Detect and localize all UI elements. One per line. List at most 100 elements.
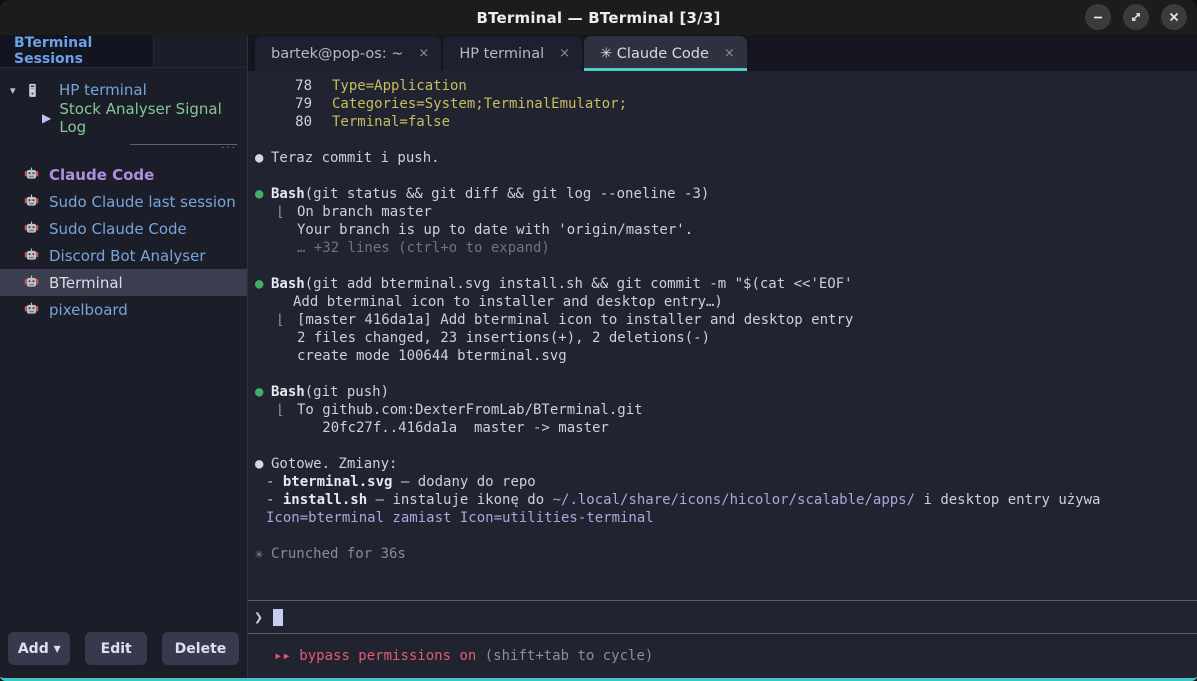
robot-icon <box>24 275 40 290</box>
tab-bartek-pop-os[interactable]: bartek@pop-os: ~ × <box>255 36 441 71</box>
file-name: bterminal.svg <box>283 474 393 490</box>
sidebar-header: BTerminal Sessions <box>0 35 247 68</box>
fast-forward-icon: ▸▸ <box>274 647 299 665</box>
robot-icon <box>24 221 40 236</box>
assistant-message-block: ● Teraz commit i push. <box>252 149 1189 167</box>
session-label: Sudo Claude Code <box>49 220 187 238</box>
terminal-line: ⌊ To github.com:DexterFromLab/BTerminal.… <box>252 401 1189 419</box>
edit-button[interactable]: Edit <box>85 632 147 665</box>
file-desc: — dodany do repo <box>392 474 535 490</box>
tree-item-label: HP terminal <box>59 81 147 99</box>
maximize-button[interactable] <box>1123 4 1149 30</box>
line-number: 78 <box>252 77 312 95</box>
session-label: Claude Code <box>49 166 154 184</box>
bash-command: Bash(git add bterminal.svg install.sh &&… <box>271 275 853 293</box>
close-button[interactable] <box>1161 4 1187 30</box>
line-code: Categories=System;TerminalEmulator; <box>332 96 627 112</box>
terminal-line: 78 Type=Application <box>252 77 1189 95</box>
terminal-line: Icon=bterminal zamiast Icon=utilities-te… <box>252 509 1189 527</box>
file-desc: i desktop entry używa <box>915 492 1100 508</box>
tab-label: ✳ Claude Code <box>600 46 709 62</box>
terminal-line: create mode 100644 bterminal.svg <box>252 347 1189 365</box>
sidebar-item-claude-code[interactable]: Claude Code <box>0 161 247 188</box>
tab-hp-terminal[interactable]: HP terminal × <box>443 36 582 71</box>
tab-label: HP terminal <box>459 46 544 62</box>
terminal-line: ⌊ On branch master <box>252 203 1189 221</box>
sidebar-item-sudo-claude-last-session[interactable]: Sudo Claude last session <box>0 188 247 215</box>
crunch-status: ✳ Crunched for 36s <box>252 545 1189 563</box>
line-code: Terminal=false <box>332 114 450 130</box>
sessions-tree: ▾ HP terminal ▶ Stock Analyser Signal Lo… <box>0 68 247 157</box>
tool-name: Bash <box>271 276 305 292</box>
sessions-panel-tab[interactable]: BTerminal Sessions <box>0 35 154 67</box>
tool-name: Bash <box>271 384 305 400</box>
close-icon[interactable]: × <box>418 46 429 61</box>
sidebar-spacer <box>0 323 247 629</box>
sessions-sidebar: BTerminal Sessions ▾ HP terminal <box>0 35 248 678</box>
terminal-line: 2 files changed, 23 insertions(+), 2 del… <box>252 329 1189 347</box>
robot-icon <box>24 248 40 263</box>
minimize-button[interactable] <box>1085 4 1111 30</box>
tab-claude-code[interactable]: ✳ Claude Code × <box>584 36 747 71</box>
bash-output: [master 416da1a] Add bterminal icon to i… <box>297 311 853 329</box>
permissions-status-bar[interactable]: ▸▸ bypass permissions on (shift+tab to c… <box>248 634 1197 678</box>
sidebar-item-pixelboard[interactable]: pixelboard <box>0 296 247 323</box>
terminal-line: ● Bash(git status && git diff && git log… <box>252 185 1189 203</box>
prompt-input[interactable]: ❯ <box>248 600 1197 634</box>
close-icon[interactable]: × <box>559 46 570 61</box>
file-view-block: 78 Type=Application 79Categories=System;T… <box>252 77 1189 131</box>
session-label: BTerminal <box>49 274 123 292</box>
robot-icon <box>24 302 40 317</box>
computer-icon <box>26 83 42 98</box>
terminal-line: ● Gotowe. Zmiany: <box>252 455 1189 473</box>
file-name: install.sh <box>283 492 367 508</box>
session-list: Claude Code Sudo Cl <box>0 161 247 323</box>
minimize-icon <box>1092 11 1104 23</box>
sidebar-buttons: Add ▾ Edit Delete <box>0 629 247 678</box>
tree-item-stock-analyser[interactable]: ▶ Stock Analyser Signal Log <box>0 104 247 132</box>
bullet-icon: ● <box>252 455 271 473</box>
tree-child-label: Stock Analyser Signal Log <box>59 100 247 136</box>
tool-args: (git add bterminal.svg install.sh && git… <box>305 276 853 292</box>
expand-hint[interactable]: … +32 lines (ctrl+o to expand) <box>252 239 1189 257</box>
output-connector-icon: ⌊ <box>276 401 297 419</box>
bash-block-status: ● Bash(git status && git diff && git log… <box>252 185 1189 257</box>
file-path: ~/.local/share/icons/hicolor/scalable/ap… <box>553 492 915 508</box>
terminal-pane[interactable]: 78 Type=Application 79Categories=System;T… <box>248 71 1197 678</box>
sidebar-item-bterminal[interactable]: BTerminal <box>0 269 247 296</box>
maximize-icon <box>1130 11 1142 23</box>
file-desc: — instaluje ikonę do <box>367 492 552 508</box>
terminal-line: ● Bash(git add bterminal.svg install.sh … <box>252 275 1189 293</box>
bullet-icon: ● <box>252 185 271 203</box>
bash-output: On branch master <box>297 203 432 221</box>
bash-command: Bash(git push) <box>271 383 389 401</box>
session-label: pixelboard <box>49 301 128 319</box>
bullet-icon: ● <box>252 275 271 293</box>
tool-args: (git status && git diff && git log --one… <box>305 186 710 202</box>
line-code: Type=Application <box>332 78 467 94</box>
terminal-line: ● Bash(git push) <box>252 383 1189 401</box>
divider-dots-icon: ··· <box>221 145 237 153</box>
terminal-line: Your branch is up to date with 'origin/m… <box>252 221 1189 239</box>
sessions-panel-label: BTerminal Sessions <box>14 35 153 67</box>
terminal-line: 79Categories=System;TerminalEmulator; <box>252 95 1189 113</box>
bash-output: To github.com:DexterFromLab/BTerminal.gi… <box>297 401 643 419</box>
bash-block-commit: ● Bash(git add bterminal.svg install.sh … <box>252 275 1189 365</box>
assistant-message: Teraz commit i push. <box>271 149 440 167</box>
terminal-line: - install.sh — instaluje ikonę do ~/.loc… <box>252 491 1189 509</box>
chevron-down-icon[interactable]: ▾ <box>10 84 26 97</box>
close-icon[interactable]: × <box>724 46 735 61</box>
robot-icon <box>24 194 40 209</box>
add-button[interactable]: Add ▾ <box>8 632 70 665</box>
output-connector-icon: ⌊ <box>276 311 297 329</box>
main-area: bartek@pop-os: ~ × HP terminal × ✳ Claud… <box>248 35 1197 678</box>
tool-args: (git push) <box>305 384 389 400</box>
bash-block-push: ● Bash(git push) ⌊ To github.com:DexterF… <box>252 383 1189 437</box>
sidebar-item-sudo-claude-code[interactable]: Sudo Claude Code <box>0 215 247 242</box>
delete-button[interactable]: Delete <box>162 632 239 665</box>
sidebar-item-discord-bot-analyser[interactable]: Discord Bot Analyser <box>0 242 247 269</box>
sidebar-divider-handle[interactable]: ··· <box>130 144 237 153</box>
close-icon <box>1168 11 1180 23</box>
asterisk-icon: ✳ <box>252 545 271 563</box>
terminal-line: ● Teraz commit i push. <box>252 149 1189 167</box>
